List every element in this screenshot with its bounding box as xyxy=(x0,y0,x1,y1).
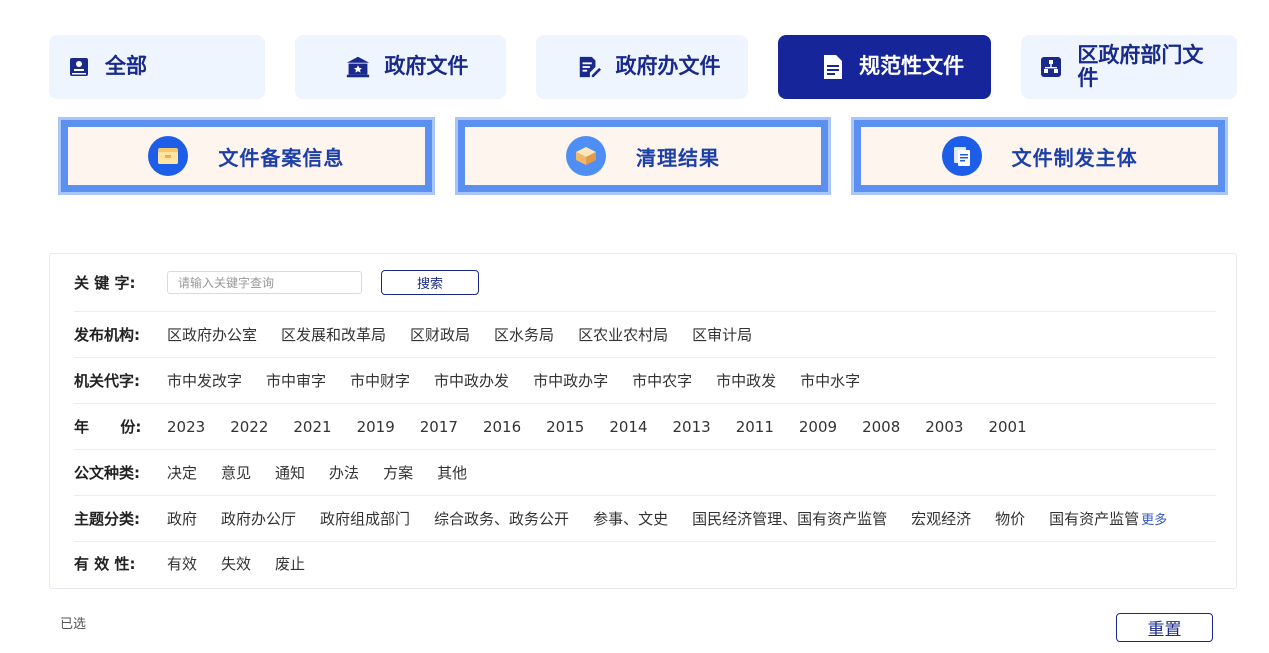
filter-options: 决定 意见 通知 办法 方案 其他 xyxy=(167,462,491,483)
filter-option[interactable]: 政府 xyxy=(167,508,197,529)
id-card-icon xyxy=(67,55,91,79)
filter-row-keyword: 关 键 字: 搜索 xyxy=(74,254,1216,312)
filter-label: 年 份: xyxy=(74,418,142,436)
filter-option[interactable]: 政府组成部门 xyxy=(320,508,410,529)
filter-option[interactable]: 2016 xyxy=(483,418,521,436)
filter-panel: 关 键 字: 搜索 发布机构: 区政府办公室 区发展和改革局 区财政局 区水务局… xyxy=(49,253,1237,589)
document-icon xyxy=(821,55,845,79)
filter-option[interactable]: 市中水字 xyxy=(800,370,860,391)
filter-option[interactable]: 物价 xyxy=(995,508,1025,529)
filter-option[interactable]: 区政府办公室 xyxy=(167,324,257,345)
filter-label: 关 键 字: xyxy=(74,274,136,292)
filter-label: 主题分类: xyxy=(74,510,140,528)
filter-option[interactable]: 区审计局 xyxy=(692,324,752,345)
tab-label: 区政府部门文件 xyxy=(1077,42,1204,90)
tab-label: 规范性文件 xyxy=(859,54,965,79)
filter-option[interactable]: 国民经济管理、国有资产监管 xyxy=(692,508,887,529)
card-title: 文件备案信息 xyxy=(218,145,345,170)
filter-option[interactable]: 办法 xyxy=(329,462,359,483)
filter-label: 发布机构: xyxy=(74,326,140,344)
filter-label: 公文种类: xyxy=(74,464,140,482)
filter-options: 政府 政府办公厅 政府组成部门 综合政务、政务公开 参事、文史 国民经济管理、国… xyxy=(167,508,1167,529)
filter-option[interactable]: 国有资产监管 xyxy=(1049,508,1139,529)
filter-option[interactable]: 2011 xyxy=(736,418,774,436)
tab-office-docs[interactable]: 政府办文件 xyxy=(536,35,748,99)
filter-options: 区政府办公室 区发展和改革局 区财政局 区水务局 区农业农村局 区审计局 xyxy=(167,324,776,345)
filter-option[interactable]: 2023 xyxy=(167,418,205,436)
tab-label: 全部 xyxy=(105,54,147,79)
filter-option[interactable]: 2019 xyxy=(357,418,395,436)
tab-normative-docs[interactable]: 规范性文件 xyxy=(777,35,992,99)
card-cleanup-results[interactable]: 清理结果 xyxy=(454,117,832,195)
filter-option[interactable]: 意见 xyxy=(221,462,251,483)
filter-option[interactable]: 通知 xyxy=(275,462,305,483)
filter-option[interactable]: 方案 xyxy=(383,462,413,483)
filter-option[interactable]: 有效 xyxy=(167,553,197,574)
filter-option[interactable]: 区农业农村局 xyxy=(578,324,668,345)
filter-row-topic: 主题分类: 政府 政府办公厅 政府组成部门 综合政务、政务公开 参事、文史 国民… xyxy=(74,496,1216,542)
more-link[interactable]: 更多 xyxy=(1141,509,1167,528)
filter-options: 市中发改字 市中审字 市中财字 市中政办发 市中政办字 市中农字 市中政发 市中… xyxy=(167,370,884,391)
filter-option[interactable]: 区发展和改革局 xyxy=(281,324,386,345)
filter-option[interactable]: 区财政局 xyxy=(410,324,470,345)
filter-option[interactable]: 2008 xyxy=(862,418,900,436)
filter-option[interactable]: 2014 xyxy=(609,418,647,436)
tab-label: 政府文件 xyxy=(384,54,469,79)
filter-option[interactable]: 2003 xyxy=(925,418,963,436)
tab-government-docs[interactable]: 政府文件 xyxy=(294,35,507,99)
filter-option[interactable]: 区水务局 xyxy=(494,324,554,345)
filter-option[interactable]: 2013 xyxy=(673,418,711,436)
card-title: 文件制发主体 xyxy=(1011,145,1138,170)
category-tabs: 全部 政府文件 政府办文件 规范性文件 区政府部门文件 xyxy=(49,35,1237,99)
card-filing-info[interactable]: 文件备案信息 xyxy=(58,117,435,195)
box-icon xyxy=(566,136,606,176)
tab-all[interactable]: 全部 xyxy=(49,35,265,99)
selected-filters-label: 已选 xyxy=(60,617,87,632)
filter-option[interactable]: 废止 xyxy=(275,553,305,574)
card-issuing-subject[interactable]: 文件制发主体 xyxy=(851,117,1229,195)
government-building-icon xyxy=(346,55,370,79)
filter-option[interactable]: 市中财字 xyxy=(350,370,410,391)
document-edit-icon xyxy=(577,55,602,79)
feature-cards: 文件备案信息 清理结果 文件制发主体 xyxy=(58,117,1229,195)
filter-option[interactable]: 市中农字 xyxy=(632,370,692,391)
search-button[interactable]: 搜索 xyxy=(381,270,479,295)
filter-option[interactable]: 宏观经济 xyxy=(911,508,971,529)
filter-option[interactable]: 综合政务、政务公开 xyxy=(434,508,569,529)
folder-icon xyxy=(148,136,189,176)
filter-option[interactable]: 市中政发 xyxy=(716,370,776,391)
keyword-input[interactable] xyxy=(167,271,362,294)
filter-row-agency: 发布机构: 区政府办公室 区发展和改革局 区财政局 区水务局 区农业农村局 区审… xyxy=(74,312,1216,358)
files-icon xyxy=(941,136,982,176)
filter-option[interactable]: 市中政办字 xyxy=(533,370,608,391)
filter-options: 2023 2022 2021 2019 2017 2016 2015 2014 … xyxy=(167,418,1052,436)
filter-option[interactable]: 失效 xyxy=(221,553,251,574)
filter-option[interactable]: 2015 xyxy=(546,418,584,436)
filter-option[interactable]: 政府办公厅 xyxy=(221,508,296,529)
tab-label: 政府办文件 xyxy=(615,54,721,79)
filter-label: 机关代字: xyxy=(74,372,140,390)
filter-option[interactable]: 决定 xyxy=(167,462,197,483)
filter-row-year: 年 份: 2023 2022 2021 2019 2017 2016 2015 … xyxy=(74,404,1216,450)
filter-option[interactable]: 2001 xyxy=(988,418,1026,436)
tab-department-docs[interactable]: 区政府部门文件 xyxy=(1021,35,1237,99)
filter-row-validity: 有 效 性: 有效 失效 废止 xyxy=(74,542,1216,584)
filter-row-doc-type: 公文种类: 决定 意见 通知 办法 方案 其他 xyxy=(74,450,1216,496)
filter-option[interactable]: 2017 xyxy=(420,418,458,436)
filter-option[interactable]: 市中发改字 xyxy=(167,370,242,391)
reset-button[interactable]: 重置 xyxy=(1116,613,1213,642)
filter-option[interactable]: 参事、文史 xyxy=(593,508,668,529)
filter-option[interactable]: 2022 xyxy=(230,418,268,436)
filter-options: 有效 失效 废止 xyxy=(167,553,329,574)
filter-option[interactable]: 其他 xyxy=(437,462,467,483)
filter-option[interactable]: 市中审字 xyxy=(266,370,326,391)
filter-option[interactable]: 市中政办发 xyxy=(434,370,509,391)
filter-option[interactable]: 2021 xyxy=(293,418,331,436)
filter-option[interactable]: 2009 xyxy=(799,418,837,436)
filter-label: 有 效 性: xyxy=(74,554,136,573)
card-title: 清理结果 xyxy=(636,145,720,170)
org-chart-icon xyxy=(1039,55,1063,79)
filter-row-code: 机关代字: 市中发改字 市中审字 市中财字 市中政办发 市中政办字 市中农字 市… xyxy=(74,358,1216,404)
